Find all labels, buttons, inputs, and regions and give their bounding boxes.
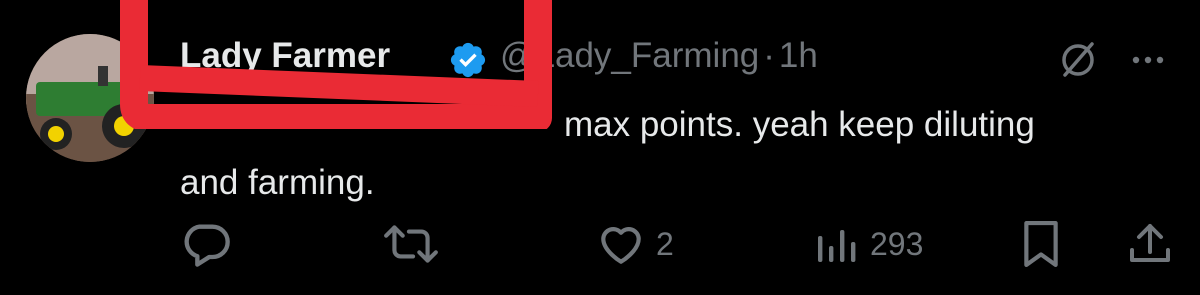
bookmark-button[interactable] <box>1018 214 1064 274</box>
verified-badge-icon <box>450 42 486 78</box>
views-button[interactable]: 293 <box>812 214 923 274</box>
reply-button[interactable] <box>180 214 242 274</box>
tweet-text: max points. yeah keep diluting and farmi… <box>180 96 1180 212</box>
timestamp[interactable]: 1h <box>779 36 818 75</box>
share-button[interactable] <box>1126 214 1174 274</box>
more-options-icon[interactable] <box>1124 36 1172 84</box>
views-count: 293 <box>870 225 924 262</box>
retweet-button[interactable] <box>382 214 450 274</box>
tweet-actions: 2 293 <box>0 214 1200 274</box>
like-count: 2 <box>656 225 674 262</box>
user-handle[interactable]: @Lady_Farming <box>500 36 759 75</box>
tractor-photo <box>26 34 154 162</box>
grok-icon[interactable] <box>1054 36 1102 84</box>
views-icon <box>818 230 856 262</box>
separator: · <box>763 36 775 75</box>
retweet-icon <box>384 225 438 263</box>
tweet-text-line-2: and farming. <box>180 163 375 202</box>
handle-and-time[interactable]: @Lady_Farming · 1h <box>500 36 818 76</box>
heart-icon <box>601 227 641 264</box>
tweet-text-line-1: max points. yeah keep diluting <box>564 105 1035 144</box>
like-button[interactable]: 2 <box>596 214 674 274</box>
display-name[interactable]: Lady Farmer <box>180 36 390 76</box>
bookmark-icon <box>1024 221 1058 267</box>
avatar[interactable] <box>26 34 154 162</box>
share-icon <box>1130 224 1170 262</box>
reply-icon <box>184 224 230 267</box>
